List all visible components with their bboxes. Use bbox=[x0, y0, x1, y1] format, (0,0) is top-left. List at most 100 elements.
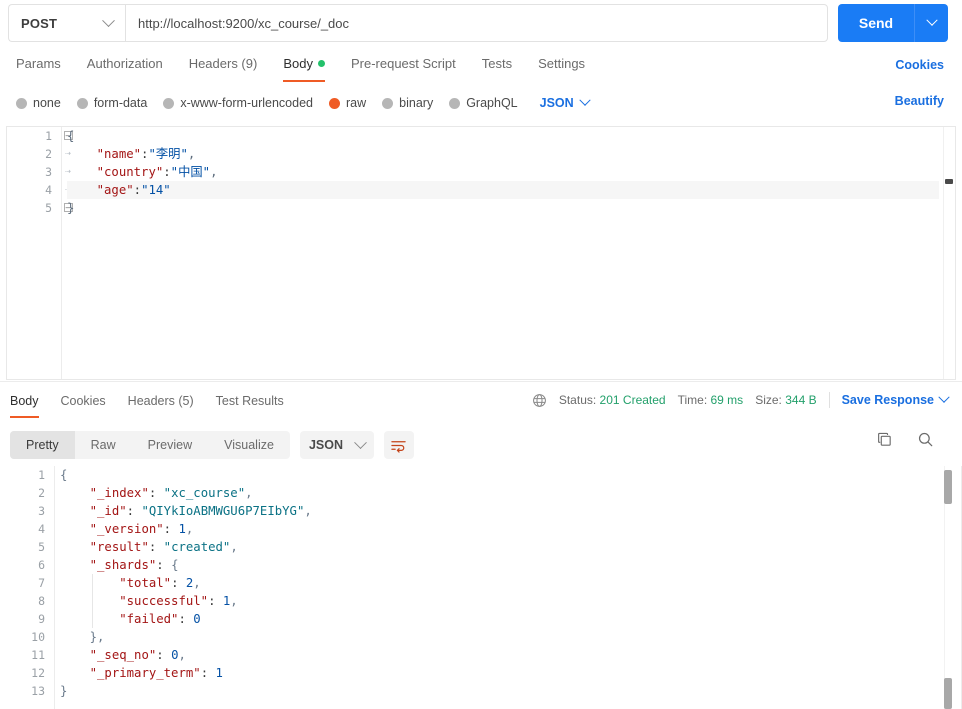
view-visualize[interactable]: Visualize bbox=[208, 431, 290, 459]
code-line: } bbox=[67, 199, 939, 217]
scrollbar-thumb[interactable] bbox=[945, 179, 953, 184]
response-tab-body[interactable]: Body bbox=[10, 386, 39, 418]
radio-icon-selected bbox=[329, 97, 340, 109]
request-code-area[interactable]: 1 2 3 4 5 – ⇢ ⇢ ⇢ – { "name":"李明", "coun… bbox=[7, 127, 955, 379]
radio-icon bbox=[382, 97, 394, 109]
size-item: Size: 344 B bbox=[755, 393, 816, 407]
tab-settings[interactable]: Settings bbox=[538, 46, 585, 82]
chevron-down-icon bbox=[102, 13, 115, 27]
tab-label: Headers (9) bbox=[188, 56, 258, 71]
code-line: "_shards": { bbox=[89, 558, 179, 572]
body-type-form-data[interactable]: form-data bbox=[76, 96, 147, 110]
globe-icon bbox=[532, 393, 547, 408]
copy-icon[interactable] bbox=[876, 431, 893, 448]
send-group: Send bbox=[838, 4, 948, 42]
code-line: "failed": 0 bbox=[119, 612, 201, 626]
line-number: 5 bbox=[45, 201, 52, 215]
code-line: "_index": "xc_course", bbox=[89, 486, 253, 500]
method-label: POST bbox=[21, 15, 58, 31]
body-type-binary[interactable]: binary bbox=[382, 96, 433, 110]
radio-icon bbox=[449, 97, 461, 109]
response-body-editor[interactable]: 1 2 3 4 5 6 7 8 9 10 11 12 13 { "_index": "xc_course… bbox=[0, 466, 962, 709]
time-value: 69 ms bbox=[710, 393, 744, 407]
response-view-switcher: Pretty Raw Preview Visualize bbox=[10, 431, 290, 459]
save-response-label: Save Response bbox=[841, 393, 934, 407]
view-raw[interactable]: Raw bbox=[75, 431, 132, 459]
line-number: 7 bbox=[38, 576, 45, 590]
request-code-lines[interactable]: { "name":"李明", "country":"中国", "age":"14… bbox=[67, 127, 939, 379]
response-format-select[interactable]: JSON bbox=[299, 431, 374, 459]
request-line-number-gutter: 1 2 3 4 5 bbox=[7, 127, 61, 379]
response-tab-test-results[interactable]: Test Results bbox=[216, 386, 284, 418]
scrollbar-thumb-top[interactable] bbox=[944, 470, 952, 504]
tab-tests[interactable]: Tests bbox=[482, 46, 512, 82]
line-number: 13 bbox=[31, 684, 45, 698]
tab-body[interactable]: Body bbox=[283, 46, 325, 82]
response-code-area[interactable]: 1 2 3 4 5 6 7 8 9 10 11 12 13 { "_index": "xc_course… bbox=[0, 466, 962, 709]
tab-label: Pre-request Script bbox=[350, 56, 456, 71]
option-label: raw bbox=[346, 96, 367, 110]
tab-label: Settings bbox=[538, 56, 586, 71]
response-code-lines[interactable]: { "_index": "xc_course", "_id": "QIYkIoA… bbox=[60, 466, 944, 709]
response-toolbar: Pretty Raw Preview Visualize JSON bbox=[0, 424, 962, 466]
request-body-editor[interactable]: 1 2 3 4 5 – ⇢ ⇢ ⇢ – { "name":"李明", "coun… bbox=[6, 126, 956, 380]
code-line: { bbox=[60, 468, 68, 482]
status-value: 201 Created bbox=[599, 393, 666, 407]
response-tab-cookies[interactable]: Cookies bbox=[61, 386, 106, 418]
view-pretty[interactable]: Pretty bbox=[10, 431, 75, 459]
line-number: 12 bbox=[31, 666, 45, 680]
scrollbar-thumb-bottom[interactable] bbox=[944, 678, 952, 709]
request-tabs: Params Authorization Headers (9) Body Pr… bbox=[0, 46, 962, 84]
chevron-down-icon bbox=[925, 14, 938, 26]
chevron-down-icon bbox=[354, 435, 367, 449]
body-format-select[interactable]: JSON bbox=[540, 94, 591, 110]
response-action-icons bbox=[876, 431, 934, 448]
response-editor-scrollbar[interactable] bbox=[944, 466, 958, 709]
response-tab-headers[interactable]: Headers (5) bbox=[128, 386, 194, 418]
tab-label: Headers (5) bbox=[127, 394, 194, 408]
response-meta: Status: 201 Created Time: 69 ms Size: 34… bbox=[532, 391, 950, 408]
view-preview[interactable]: Preview bbox=[132, 431, 208, 459]
code-line-text: "age":"14" bbox=[96, 183, 171, 197]
code-line: } bbox=[60, 684, 68, 698]
save-response-button[interactable]: Save Response bbox=[841, 391, 950, 407]
radio-icon bbox=[76, 97, 88, 109]
wrap-lines-button[interactable] bbox=[383, 431, 414, 459]
radio-icon bbox=[16, 97, 27, 109]
meta-divider bbox=[828, 392, 830, 408]
option-label: GraphQL bbox=[466, 96, 518, 110]
body-type-none[interactable]: none bbox=[16, 96, 61, 110]
line-number: 1 bbox=[45, 129, 52, 143]
line-number: 2 bbox=[38, 486, 45, 500]
cookies-link[interactable]: Cookies bbox=[895, 58, 944, 72]
code-line: { bbox=[67, 127, 939, 145]
body-type-urlencoded[interactable]: x-www-form-urlencoded bbox=[163, 96, 313, 110]
url-input[interactable]: http://localhost:9200/xc_course/_doc bbox=[125, 4, 828, 42]
body-type-row: none form-data x-www-form-urlencoded raw… bbox=[0, 88, 962, 118]
send-options-button[interactable] bbox=[914, 4, 948, 42]
size-label: Size: bbox=[755, 393, 782, 407]
tab-headers[interactable]: Headers (9) bbox=[189, 46, 258, 82]
send-button[interactable]: Send bbox=[838, 4, 914, 42]
method-select[interactable]: POST bbox=[8, 4, 125, 42]
code-line-text: "name":"李明", bbox=[96, 147, 196, 161]
tab-authorization[interactable]: Authorization bbox=[87, 46, 163, 82]
line-number: 8 bbox=[38, 594, 45, 608]
code-line: "_version": 1, bbox=[89, 522, 194, 536]
line-number: 11 bbox=[31, 648, 45, 662]
request-editor-scrollbar[interactable] bbox=[943, 127, 955, 379]
time-label: Time: bbox=[677, 393, 708, 407]
tab-pre-request-script[interactable]: Pre-request Script bbox=[351, 46, 456, 82]
code-line: "age":"14" bbox=[67, 181, 939, 199]
body-type-raw[interactable]: raw bbox=[329, 96, 366, 110]
size-value: 344 B bbox=[785, 393, 817, 407]
code-line: "_seq_no": 0, bbox=[89, 648, 186, 662]
code-line: }, bbox=[89, 630, 105, 644]
body-type-graphql[interactable]: GraphQL bbox=[449, 96, 518, 110]
code-line-text: "country":"中国", bbox=[96, 165, 218, 179]
search-icon[interactable] bbox=[917, 431, 934, 448]
tab-params[interactable]: Params bbox=[16, 46, 61, 82]
response-format-label: JSON bbox=[308, 438, 343, 452]
tab-label: Test Results bbox=[215, 394, 284, 408]
tab-label: Cookies bbox=[60, 394, 106, 408]
